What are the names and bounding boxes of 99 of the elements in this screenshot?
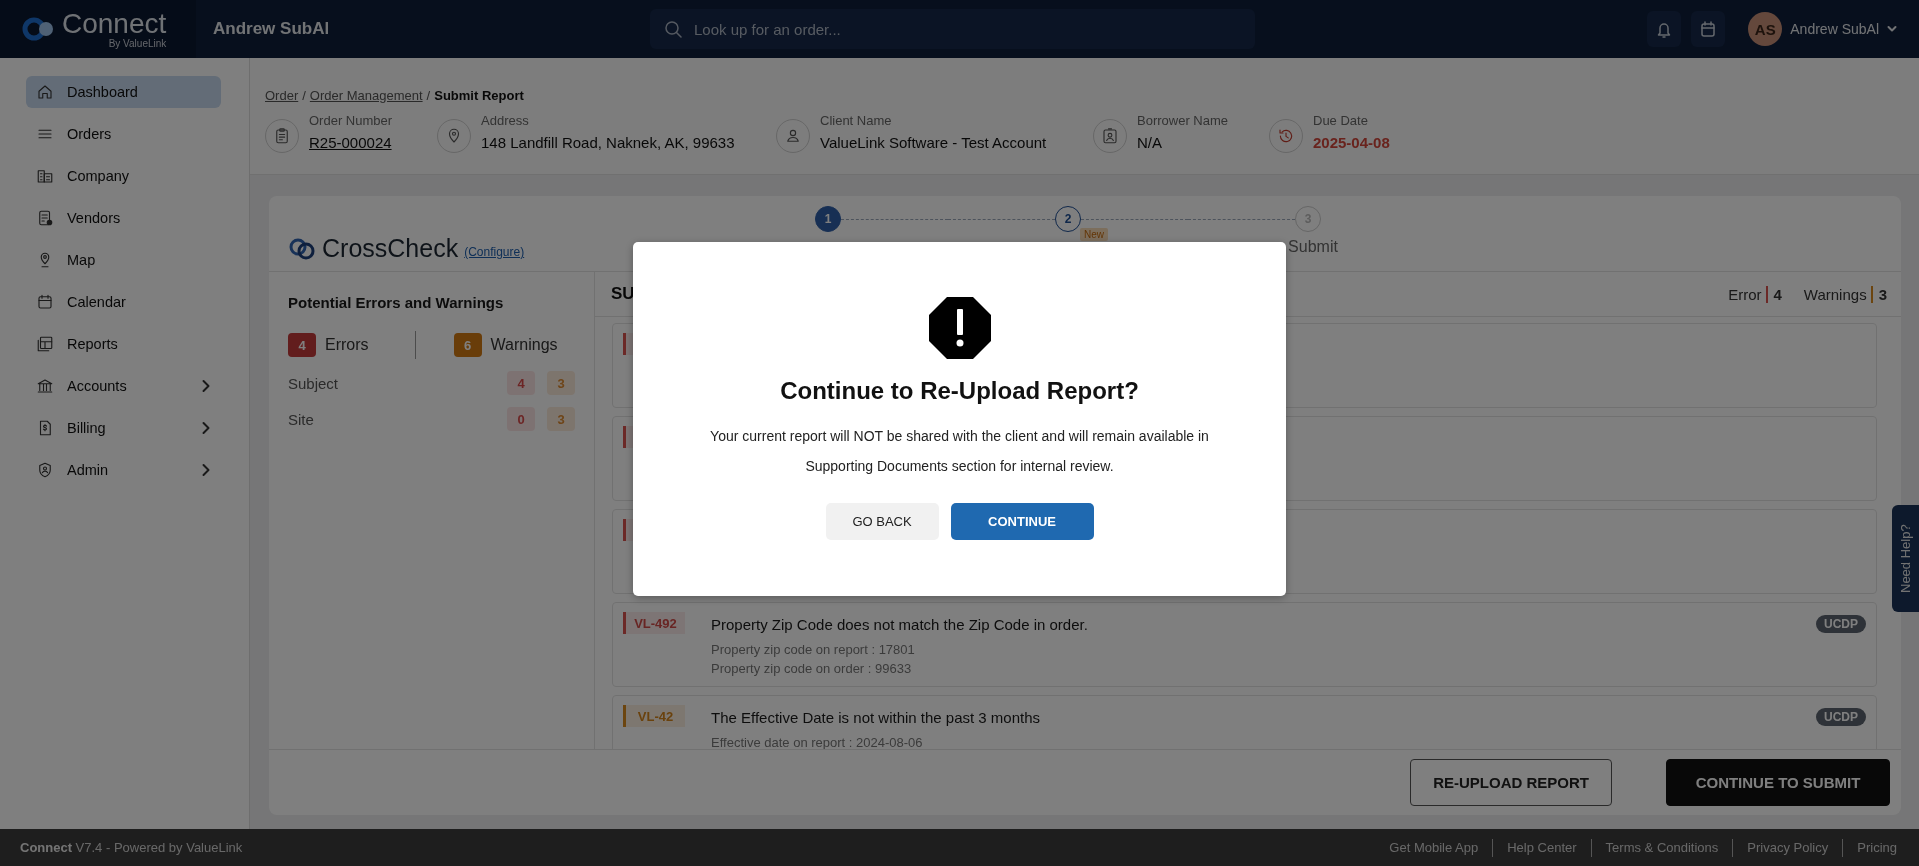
field-value: N/A (1137, 134, 1163, 151)
nav-item[interactable]: Calendar (26, 286, 221, 318)
order-number-link[interactable]: R25-000024 (309, 134, 393, 151)
warnings-label: Warnings (490, 336, 558, 354)
issue-detail: Property zip code on order : 99633 (711, 660, 913, 678)
nav-item[interactable]: Reports (26, 328, 221, 360)
clipboard-icon (273, 127, 291, 145)
linked-rings-icon (288, 237, 316, 261)
search-field[interactable]: Look up for an order... (650, 9, 1255, 49)
notifications-button[interactable] (1647, 11, 1682, 47)
continue-button[interactable]: CONTINUE (950, 503, 1094, 540)
warning-count: 3 (547, 371, 575, 395)
building-icon (36, 167, 54, 185)
error-count: 0 (507, 407, 535, 431)
bank-icon (36, 377, 54, 395)
rule-code: VL-42 (623, 705, 685, 727)
warnings-label: Warnings (1803, 285, 1867, 303)
search-icon (664, 20, 682, 38)
footer-link[interactable]: Help Center (1492, 838, 1591, 857)
category-row[interactable]: Site 0 3 (288, 407, 575, 431)
chevron-down-icon (1887, 25, 1897, 33)
report-icon (36, 335, 54, 353)
person-icon (784, 127, 802, 145)
field-label: Address (481, 113, 530, 128)
nav-item[interactable]: Vendors (26, 202, 221, 234)
warning-count: 3 (547, 407, 575, 431)
dialog-message: Your current report will NOT be shared with the client and will remain available in Supporting Documents section for internal review. (709, 427, 1210, 476)
category-name: Site (288, 410, 315, 428)
footer-link[interactable]: Pricing (1842, 838, 1899, 857)
breadcrumb-separator: / (302, 88, 306, 103)
errors-label: Errors (325, 336, 369, 354)
breadcrumb-current: Submit Report (434, 88, 524, 103)
footer-link[interactable]: Privacy Policy (1732, 838, 1843, 857)
panel-title: Potential Errors and Warnings (288, 294, 505, 311)
step-label: Submit (1288, 238, 1338, 256)
crosscheck-title: CrossCheck (322, 236, 459, 261)
field-label: Due Date (1313, 113, 1369, 128)
breadcrumb-link[interactable]: Order (265, 88, 299, 103)
warning-count: 3 (1870, 285, 1887, 303)
step-circle: 1 (815, 206, 841, 232)
home-icon (36, 83, 54, 101)
back-button[interactable]: GO BACK (825, 503, 939, 540)
footer-credit: Connect V7.4 - Powered by ValueLink (20, 840, 244, 855)
category-name: Subject (288, 374, 340, 392)
calendar-button[interactable] (1691, 11, 1726, 47)
nav-item[interactable]: Company (26, 160, 221, 192)
nav-item[interactable]: Admin (26, 454, 221, 486)
field-label: Borrower Name (1137, 113, 1229, 128)
exclamation-octagon-icon (928, 297, 991, 359)
issue-title: The Effective Date is not within the past 3 months (711, 708, 1042, 726)
breadcrumb-link[interactable]: Order Management (309, 88, 423, 103)
help-tab[interactable]: Need Help? (1892, 505, 1919, 612)
breadcrumb-separator: / (426, 88, 431, 103)
error-count: 4 (288, 333, 316, 357)
section-title: SU (611, 284, 636, 304)
user-menu[interactable]: AS Andrew SubAl (1748, 12, 1897, 46)
issue-detail: Property zip code on report : 17801 (711, 641, 916, 659)
shield-icon (36, 461, 54, 479)
new-tag: New (1080, 228, 1108, 241)
dialog-title: Continue to Re-Upload Report? (780, 377, 1139, 405)
account-title: Andrew SubAl (213, 19, 330, 38)
calendar-icon (1699, 20, 1718, 38)
source-tag: UCDP (1816, 615, 1866, 633)
nav-item[interactable]: Billing (26, 412, 221, 444)
warning-count: 6 (453, 333, 482, 357)
user-name: Andrew SubAl (1790, 21, 1879, 37)
chevron-right-icon (201, 421, 211, 435)
reupload-button[interactable]: RE-UPLOAD REPORT (1410, 759, 1612, 806)
footer-link[interactable]: Get Mobile App (1375, 838, 1493, 857)
source-tag: UCDP (1816, 708, 1866, 726)
brand-name: Connect (62, 9, 167, 38)
chevron-right-icon (201, 379, 211, 393)
field-value: 2025-04-08 (1313, 134, 1390, 151)
field-value: 148 Landfill Road, Naknek, AK, 99633 (481, 134, 735, 151)
nav-item[interactable]: Map (26, 244, 221, 276)
field-label: Client Name (820, 113, 893, 128)
configure-link[interactable]: (Configure) (464, 245, 525, 259)
issue-detail: Effective date on report : 2024-08-06 (711, 734, 924, 749)
brand-tagline: By ValueLink (108, 38, 167, 49)
submit-button[interactable]: CONTINUE TO SUBMIT (1666, 759, 1890, 806)
logo-icon (22, 15, 56, 43)
error-count: 4 (1765, 285, 1782, 303)
error-label: Error (1728, 285, 1762, 303)
category-row[interactable]: Subject 4 3 (288, 371, 575, 395)
nav-item[interactable]: Dashboard (26, 76, 221, 108)
field-value: ValueLink Software - Test Account (820, 134, 1047, 151)
field-label: Order Number (309, 113, 393, 128)
chevron-right-icon (201, 463, 211, 477)
nav-item[interactable]: Accounts (26, 370, 221, 402)
footer-link[interactable]: Terms & Conditions (1590, 838, 1733, 857)
nav-item[interactable]: Orders (26, 118, 221, 150)
error-count: 4 (507, 371, 535, 395)
history-icon (1277, 127, 1295, 145)
avatar: AS (1748, 12, 1783, 46)
issue-title: Property Zip Code does not match the Zip Code in order. (711, 615, 1089, 633)
calendar-icon (36, 293, 54, 311)
rule-code: VL-492 (623, 612, 685, 634)
id-badge-icon (1101, 127, 1119, 145)
document-icon (36, 209, 54, 227)
